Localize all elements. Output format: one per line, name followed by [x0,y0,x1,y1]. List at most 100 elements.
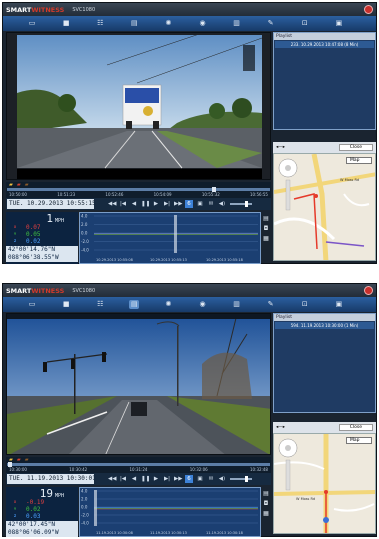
chat-icon[interactable]: ▣ [334,300,344,309]
compass-slider[interactable]: ◂—▸ [276,425,285,430]
volume-icon[interactable]: ◀) [218,475,226,483]
dashcam-viewer-window-2: SMART WITNESS SVC1080 ▭ ■ ☷ ▤ ✺ ◉ ▥ ✎ ⊡ … [2,283,377,537]
list-icon[interactable]: ▦ [263,510,269,517]
record-button[interactable] [364,5,373,14]
chat-icon[interactable]: ▣ [334,19,344,28]
gsensor-z-value: 0.02 [26,238,41,245]
record-button[interactable] [364,286,373,295]
speed-icon[interactable]: 6 [185,200,193,208]
settings-icon[interactable]: ✺ [163,19,173,28]
network-icon[interactable]: ☷ [95,19,105,28]
play-icon[interactable]: ▶ [152,200,160,208]
gsensor-z-label: Z [14,514,17,518]
monitor-icon[interactable]: ▭ [27,19,37,28]
wrench-icon[interactable]: ✎ [266,19,276,28]
playback-controls: TUE. 11.19.2013 10:30:01 ◀◀ |◀ ◀ ❚❚ ▶ ▶|… [6,473,271,485]
list-icon[interactable]: ▦ [263,235,269,242]
street-label: W Moss Rd [296,497,316,501]
skip-back-icon[interactable]: |◀ [119,200,127,208]
folder-icon[interactable]: ▤ [129,19,139,28]
globe-icon[interactable]: ◉ [198,300,208,309]
wrench-icon[interactable]: ✎ [266,300,276,309]
snapshot-icon[interactable]: ▣ [196,475,204,483]
gsensor-chart: 4.0 2.0 0.0 -2.0 -4.0 [81,214,258,253]
map-view[interactable]: Map W Moss Rd [273,153,376,261]
speed-icon[interactable]: 6 [185,475,193,483]
volume-thumb[interactable] [245,201,248,207]
timeline-track[interactable] [7,462,270,467]
playback-controls: TUE. 10.29.2013 10:55:15 ◀◀ |◀ ◀ ❚❚ ▶ ▶|… [6,198,271,210]
lock-icon[interactable]: ◘ [263,500,269,507]
zoom-icon[interactable]: ▤ [263,490,269,497]
volume-slider[interactable] [230,201,252,207]
settings-icon[interactable]: ✺ [163,300,173,309]
timeline-tick: 10:56:55 [250,192,268,197]
skip-forward-icon[interactable]: ▶| [163,475,171,483]
skip-forward-icon[interactable]: ▶| [163,200,171,208]
skip-back-icon[interactable]: |◀ [119,475,127,483]
timeline-thumb[interactable] [212,187,216,192]
volume-slider[interactable] [230,476,252,482]
map-type-select[interactable]: Map [346,437,372,444]
timeline-tick: 10:50:00 [9,192,27,197]
close-button[interactable]: Close [338,424,373,431]
zoom-icon[interactable]: ▤ [263,215,269,222]
speed-readout: 19 MPH [6,487,78,500]
graph-cursor [94,490,97,526]
step-back-icon[interactable]: ◀ [130,200,138,208]
camera-icon[interactable]: ■ [61,300,71,309]
compass-slider[interactable]: ◂—▸ [276,145,285,150]
timeline[interactable]: ▰ ▰ ▰ 10:50:00 10:51:23 10:52:46 10:54:0… [6,182,271,198]
timeline-thumb[interactable] [8,462,12,467]
export-icon[interactable]: ⊡ [300,300,310,309]
timeline[interactable]: ▰ ▰ ▰ 10:30:00 10:30:42 10:31:24 10:32:0… [6,457,271,473]
volume-icon[interactable]: ◀) [218,200,226,208]
model-label: SVC1080 [72,6,96,13]
globe-icon[interactable]: ◉ [198,19,208,28]
step-back-icon[interactable]: ◀ [130,475,138,483]
map-view[interactable]: Map W Moss Rd [273,433,376,534]
lock-icon[interactable]: ◘ [263,225,269,232]
pause-icon[interactable]: ❚❚ [141,200,150,208]
gps-latitude: 42°00'17.45"N [6,521,78,529]
document-icon[interactable]: ▥ [232,300,242,309]
timeline-track[interactable] [7,187,270,192]
rewind-fast-icon[interactable]: ◀◀ [108,475,116,483]
close-button[interactable]: Close [338,144,373,151]
mail-icon[interactable]: ✉ [207,200,215,208]
rewind-fast-icon[interactable]: ◀◀ [108,200,116,208]
gsensor-y-label: Y [14,507,17,511]
export-icon[interactable]: ⊡ [300,19,310,28]
gsensor-x-label: X [14,500,17,504]
speed-readout: 1 MPH [6,212,78,225]
map-type-select[interactable]: Map [346,157,372,164]
timeline-tick: 10:55:32 [201,192,220,197]
fast-forward-icon[interactable]: ▶▶ [174,200,182,208]
gsensor-y-label: Y [14,232,17,236]
mail-icon[interactable]: ✉ [207,475,215,483]
video-view[interactable] [6,32,271,180]
gsensor-y: Y 0.05 [6,231,78,238]
graph-y-tick: -4.0 [81,521,89,526]
playlist-item[interactable]: 233. 10.29.2013 10:47:08 (8 Min) [275,41,374,48]
fast-forward-icon[interactable]: ▶▶ [174,475,182,483]
monitor-icon[interactable]: ▭ [27,300,37,309]
play-icon[interactable]: ▶ [152,475,160,483]
graph-y-tick: 2.0 [81,222,88,227]
folder-icon[interactable]: ▤ [129,300,140,309]
video-view[interactable] [6,313,271,455]
timeline-tick: 10:54:09 [153,192,172,197]
gsensor-x: X 0.07 [6,224,78,231]
playlist-item[interactable]: 594. 11.19.2013 10:30:00 (1 Min) [275,322,374,329]
document-icon[interactable]: ▥ [232,19,242,28]
volume-thumb[interactable] [245,476,248,482]
timeline-tick: 10:51:23 [57,192,76,197]
camera-icon[interactable]: ■ [61,19,71,28]
gsensor-chart: 4.0 2.0 0.0 -2.0 -4.0 [81,489,258,526]
compass-bar: ◂—▸ Close [273,422,376,433]
network-icon[interactable]: ☷ [95,300,105,309]
timeline-tick: 10:30:42 [69,467,88,472]
dashcam-viewer-window-1: SMART WITNESS SVC1080 ▭ ■ ☷ ▤ ✺ ◉ ▥ ✎ ⊡ … [2,2,377,264]
pause-icon[interactable]: ❚❚ [141,475,150,483]
snapshot-icon[interactable]: ▣ [196,200,204,208]
